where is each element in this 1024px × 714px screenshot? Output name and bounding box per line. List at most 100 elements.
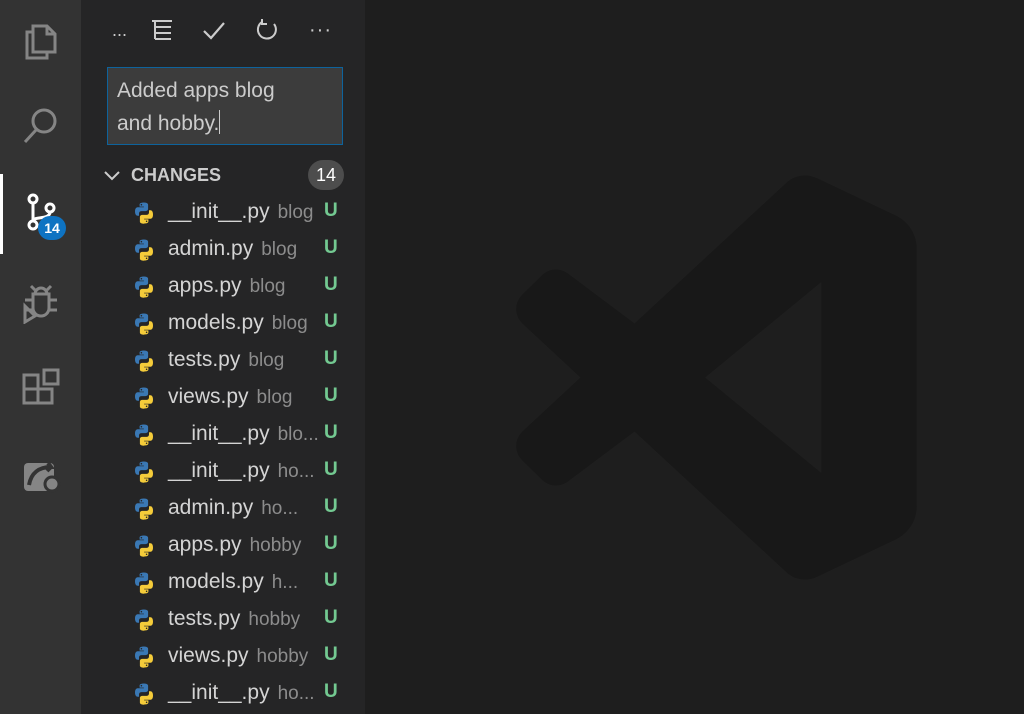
file-row[interactable]: models.py blog U — [81, 305, 365, 342]
python-file-icon — [135, 461, 153, 483]
file-row[interactable]: admin.py ho... U — [81, 490, 365, 527]
file-status-untracked: U — [324, 644, 338, 665]
file-row[interactable]: views.py hobby U — [81, 638, 365, 675]
file-name-text: __init__.py — [168, 422, 270, 445]
file-row[interactable]: __init__.py blo... U — [81, 416, 365, 453]
more-actions-icon: ··· — [309, 18, 332, 41]
file-name-text: apps.py — [168, 533, 242, 556]
files-icon — [25, 24, 56, 60]
file-name-text: tests.py — [168, 607, 241, 630]
vscode-logo-watermark — [516, 175, 917, 580]
file-name: tests.py blog — [168, 348, 284, 372]
file-name-text: admin.py — [168, 237, 254, 260]
file-row[interactable]: __init__.py ho... U — [81, 453, 365, 490]
remote-explorer-button[interactable] — [0, 445, 81, 505]
file-directory: blo... — [277, 424, 319, 445]
file-directory: ho... — [277, 461, 315, 482]
file-status-untracked: U — [324, 459, 338, 480]
file-name-text: views.py — [168, 385, 249, 408]
file-name-text: __init__.py — [168, 200, 270, 223]
check-icon — [203, 22, 225, 40]
python-file-icon — [135, 387, 153, 409]
file-row[interactable]: apps.py blog U — [81, 268, 365, 305]
search-button[interactable] — [0, 95, 81, 155]
source-control-badge: 14 — [38, 216, 66, 240]
source-control-panel: ... ··· Added apps blog and hobby. CHANG… — [81, 0, 365, 714]
refresh-icon — [256, 19, 277, 40]
file-row[interactable]: tests.py blog U — [81, 342, 365, 379]
file-row[interactable]: apps.py hobby U — [81, 527, 365, 564]
chevron-down-icon — [104, 171, 120, 181]
file-directory: blog — [271, 313, 308, 334]
file-status-untracked: U — [324, 311, 338, 332]
file-name: __init__.py ho... — [168, 459, 315, 483]
file-name: apps.py blog — [168, 274, 285, 298]
file-name-text: __init__.py — [168, 459, 270, 482]
python-file-icon — [135, 535, 153, 557]
file-name: apps.py hobby — [168, 533, 301, 557]
file-status-untracked: U — [324, 274, 338, 295]
python-file-icon — [135, 572, 153, 594]
file-row[interactable]: __init__.py ho... U — [81, 675, 365, 712]
python-file-icon — [135, 276, 153, 298]
python-file-icon — [135, 350, 153, 372]
file-directory: ho... — [277, 683, 315, 704]
file-directory: blog — [248, 350, 285, 371]
changes-label: CHANGES — [131, 164, 222, 185]
python-file-icon — [135, 239, 153, 261]
explorer-button[interactable] — [0, 10, 81, 70]
file-status-untracked: U — [324, 348, 338, 369]
commit-message-input[interactable]: Added apps blog and hobby. — [107, 67, 343, 145]
file-directory: hobby — [248, 609, 301, 630]
file-row[interactable]: models.py h... U — [81, 564, 365, 601]
changes-section-header[interactable]: CHANGES 14 — [103, 160, 345, 190]
file-status-untracked: U — [324, 496, 338, 517]
tree-view-icon — [152, 20, 172, 40]
file-name-text: __init__.py — [168, 681, 270, 704]
python-file-icon — [135, 424, 153, 446]
file-row[interactable]: views.py blog U — [81, 379, 365, 416]
file-name-text: tests.py — [168, 348, 241, 371]
file-name: __init__.py blog — [168, 200, 314, 224]
extensions-button[interactable] — [0, 358, 81, 418]
file-name: admin.py ho... — [168, 496, 298, 520]
python-file-icon — [135, 202, 153, 224]
extensions-icon — [22, 368, 59, 405]
file-directory: blog — [256, 387, 293, 408]
file-row[interactable]: admin.py blog U — [81, 231, 365, 268]
file-row[interactable]: __init__.py blog U — [81, 194, 365, 231]
file-status-untracked: U — [324, 237, 338, 258]
file-directory: blog — [249, 276, 286, 297]
file-name: models.py blog — [168, 311, 308, 335]
remote-explorer-icon — [23, 461, 60, 493]
file-directory: blog — [261, 239, 298, 260]
file-name-text: apps.py — [168, 274, 242, 297]
commit-button[interactable] — [201, 14, 227, 46]
file-status-untracked: U — [324, 385, 338, 406]
commit-message-text: Added apps blog and hobby. — [117, 79, 275, 135]
file-name: admin.py blog — [168, 237, 297, 261]
file-row[interactable]: tests.py hobby U — [81, 601, 365, 638]
python-file-icon — [135, 498, 153, 520]
file-directory: hobby — [249, 535, 302, 556]
view-as-tree-button[interactable] — [149, 14, 175, 46]
changes-count-badge: 14 — [308, 160, 344, 190]
file-directory: h... — [271, 572, 299, 593]
file-name: models.py h... — [168, 570, 298, 594]
file-name: __init__.py ho... — [168, 681, 315, 705]
activity-bar: 14 — [0, 0, 81, 714]
python-file-icon — [135, 313, 153, 335]
search-icon — [23, 108, 56, 144]
file-name: tests.py hobby — [168, 607, 300, 631]
text-caret — [219, 110, 221, 134]
file-directory: hobby — [256, 646, 309, 667]
refresh-button[interactable] — [254, 14, 280, 46]
ellipsis-icon: ... — [112, 19, 128, 40]
debug-icon — [23, 284, 57, 324]
file-name-text: models.py — [168, 311, 264, 334]
python-file-icon — [135, 609, 153, 631]
more-actions-button[interactable]: ··· — [309, 14, 332, 46]
run-debug-button[interactable] — [0, 272, 81, 332]
python-file-icon — [135, 683, 153, 705]
more-left-button[interactable]: ... — [112, 14, 127, 46]
